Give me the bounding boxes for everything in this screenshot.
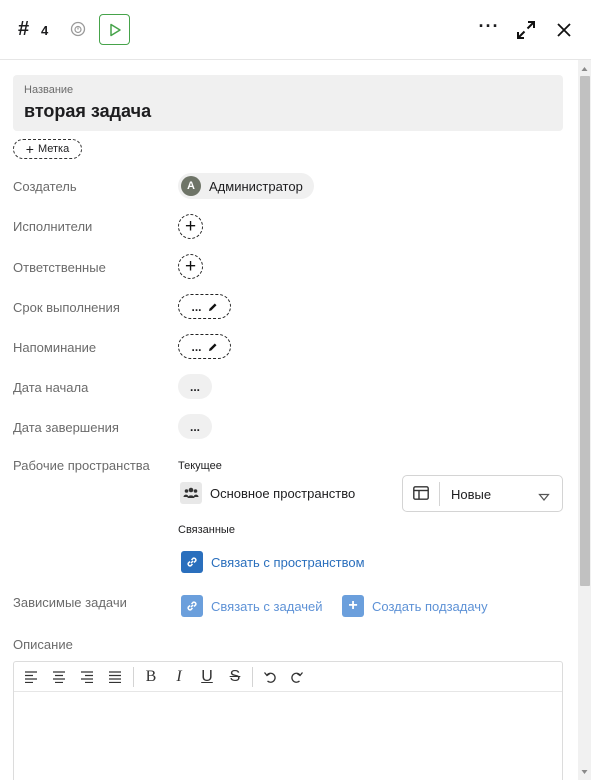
task-hash-symbol: # [18,18,30,40]
creator-chip[interactable]: A Администратор [178,173,314,199]
strikethrough-button[interactable]: S [224,666,246,688]
deadline-label: Срок выполнения [13,300,120,315]
link-task-button[interactable]: Связать с задачей [181,595,323,617]
status-dropdown[interactable]: Новые [402,475,563,512]
align-left-icon[interactable] [20,666,42,688]
board-icon [413,486,429,505]
plus-icon: + [25,141,34,157]
current-workspace-heading: Текущее [178,460,222,472]
pencil-icon [208,343,216,351]
expand-icon[interactable] [515,19,537,41]
link-icon [181,551,203,573]
add-responsible-button[interactable]: + [178,254,203,279]
toolbar-divider [133,667,134,687]
tag-button-label: Метка [37,143,70,155]
plus-icon: + [342,595,364,617]
responsible-label: Ответственные [13,260,106,275]
avatar: A [181,176,201,196]
undo-icon[interactable] [259,666,281,688]
reminder-value: ... [191,339,202,354]
play-icon [109,23,121,36]
team-icon [180,482,202,504]
end-date-picker[interactable]: ... [178,414,212,439]
workspaces-label: Рабочие пространства [13,458,150,473]
dependent-tasks-label: Зависимые задачи [13,595,127,610]
status-value: Новые [451,487,492,502]
chevron-down-icon [538,489,550,507]
description-label: Описание [13,637,73,652]
end-date-label: Дата завершения [13,420,119,435]
add-assignee-button[interactable]: + [178,214,203,239]
link-icon [181,595,203,617]
align-justify-icon[interactable] [104,666,126,688]
deadline-value: ... [191,299,202,314]
redo-icon[interactable] [286,666,308,688]
underline-button[interactable]: U [196,666,218,688]
pencil-icon [208,303,216,311]
start-task-button[interactable] [99,14,130,45]
status-divider [439,482,440,506]
reminder-label: Напоминание [13,340,97,355]
task-title-value[interactable]: вторая задача [24,101,151,122]
description-editor[interactable]: B I U S [13,661,563,780]
reminder-picker[interactable]: ... [178,334,231,359]
editor-toolbar: B I U S [14,662,562,692]
more-options-button[interactable]: ··· [476,17,502,41]
link-workspace-label: Связать с пространством [211,554,365,570]
task-number: 4 [41,23,49,38]
create-subtask-label: Создать подзадачу [372,598,488,614]
scroll-up-arrow-icon[interactable] [578,62,591,74]
align-center-icon[interactable] [48,666,70,688]
link-task-label: Связать с задачей [211,598,323,614]
start-date-picker[interactable]: ... [178,374,212,399]
start-date-label: Дата начала [13,380,89,395]
description-text-area[interactable] [14,693,562,780]
toolbar-divider [252,667,253,687]
create-subtask-button[interactable]: + Создать подзадачу [342,595,488,617]
current-workspace-name: Основное пространство [210,485,356,501]
related-workspaces-heading: Связанные [178,524,235,536]
title-label: Название [24,84,74,96]
italic-button[interactable]: I [168,666,190,688]
current-workspace[interactable]: Основное пространство [180,482,355,504]
timer-icon[interactable] [70,21,86,37]
creator-name: Администратор [209,178,303,194]
align-right-icon[interactable] [76,666,98,688]
close-icon[interactable] [553,19,575,41]
task-header: # 4 ··· [0,0,591,60]
bold-button[interactable]: B [140,666,162,688]
add-tag-button[interactable]: + Метка [13,139,82,159]
creator-label: Создатель [13,179,77,194]
task-title-field[interactable]: Название вторая задача [13,75,563,131]
link-workspace-button[interactable]: Связать с пространством [181,551,365,573]
scrollbar-thumb[interactable] [580,76,590,586]
scroll-down-arrow-icon[interactable] [578,765,591,777]
deadline-picker[interactable]: ... [178,294,231,319]
assignees-label: Исполнители [13,219,93,234]
